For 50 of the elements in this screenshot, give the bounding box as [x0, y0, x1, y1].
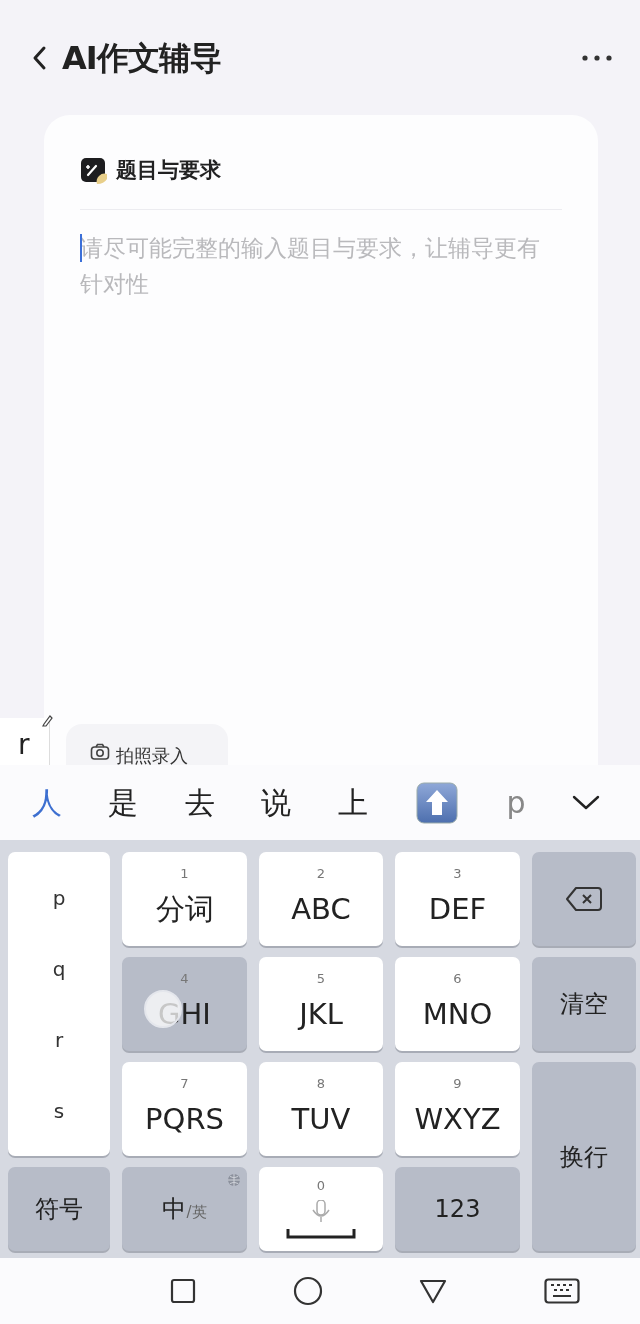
pinyin-option[interactable]: p [52, 882, 66, 913]
keyboard-key[interactable]: 5 JKL [259, 957, 383, 1051]
back-icon [419, 1278, 448, 1304]
space-bar-icon [286, 1229, 356, 1239]
chevron-down-icon [572, 794, 600, 811]
camera-icon [90, 742, 110, 761]
card-heading: 题目与要求 [116, 157, 221, 184]
candidate-item[interactable]: 去 [184, 780, 215, 825]
photo-input-button[interactable]: 拍照录入 [66, 724, 228, 765]
home-icon [292, 1276, 323, 1306]
keyboard-key[interactable]: 7 PQRS [122, 1062, 247, 1156]
space-key[interactable]: 0 [259, 1167, 383, 1251]
candidate-item[interactable] [414, 779, 461, 826]
page-title: AI作文辅导 [62, 37, 221, 79]
microphone-icon [311, 1200, 331, 1223]
candidate-item[interactable]: 说 [261, 780, 292, 825]
keyboard-key[interactable]: 换行 [532, 1062, 636, 1251]
keyboard-key[interactable]: 符号 [8, 1167, 110, 1251]
back-button[interactable] [419, 1278, 448, 1304]
keyboard-key[interactable]: 中/英 [122, 1167, 247, 1251]
keyboard-key[interactable]: 6 MNO [395, 957, 520, 1051]
backspace-key[interactable] [532, 852, 636, 946]
home-button[interactable] [292, 1276, 323, 1306]
keyboard-key[interactable]: 3 DEF [395, 852, 520, 946]
recent-apps-icon [170, 1278, 196, 1304]
keyboard-key[interactable]: 9 WXYZ [395, 1062, 520, 1156]
more-icon [582, 54, 612, 61]
language-label: 中 [162, 1194, 187, 1225]
candidate-item[interactable]: 是 [108, 780, 139, 825]
pinyin-option[interactable]: r [54, 1024, 64, 1055]
keyboard-icon [543, 1278, 580, 1304]
candidate-item[interactable]: 上 [337, 780, 368, 825]
keyboard-key[interactable]: 1 分词 [122, 852, 247, 946]
collapse-button[interactable] [572, 794, 600, 811]
language-sublabel: /英 [186, 1202, 207, 1223]
globe-icon [227, 1173, 241, 1187]
keyboard-key[interactable]: 8 TUV [259, 1062, 383, 1156]
backspace-icon [565, 886, 603, 912]
more-button[interactable] [582, 54, 612, 61]
text-caret [80, 233, 82, 262]
keyboard-key[interactable]: 清空 [532, 957, 636, 1051]
recent-apps-button[interactable] [170, 1278, 196, 1304]
pinyin-option[interactable]: q [52, 953, 66, 984]
topic-input-field[interactable]: 请尽可能完整的输入题目与要求，让辅导更有针对性 [80, 229, 562, 330]
keyboard-button[interactable] [543, 1278, 580, 1304]
pinyin-option[interactable]: s [53, 1095, 65, 1126]
keyboard-key[interactable]: 2 ABC [259, 852, 383, 946]
candidate-item[interactable]: 人 [32, 780, 62, 825]
keyboard-key[interactable]: 123 [395, 1167, 520, 1251]
pen-icon [80, 156, 108, 185]
